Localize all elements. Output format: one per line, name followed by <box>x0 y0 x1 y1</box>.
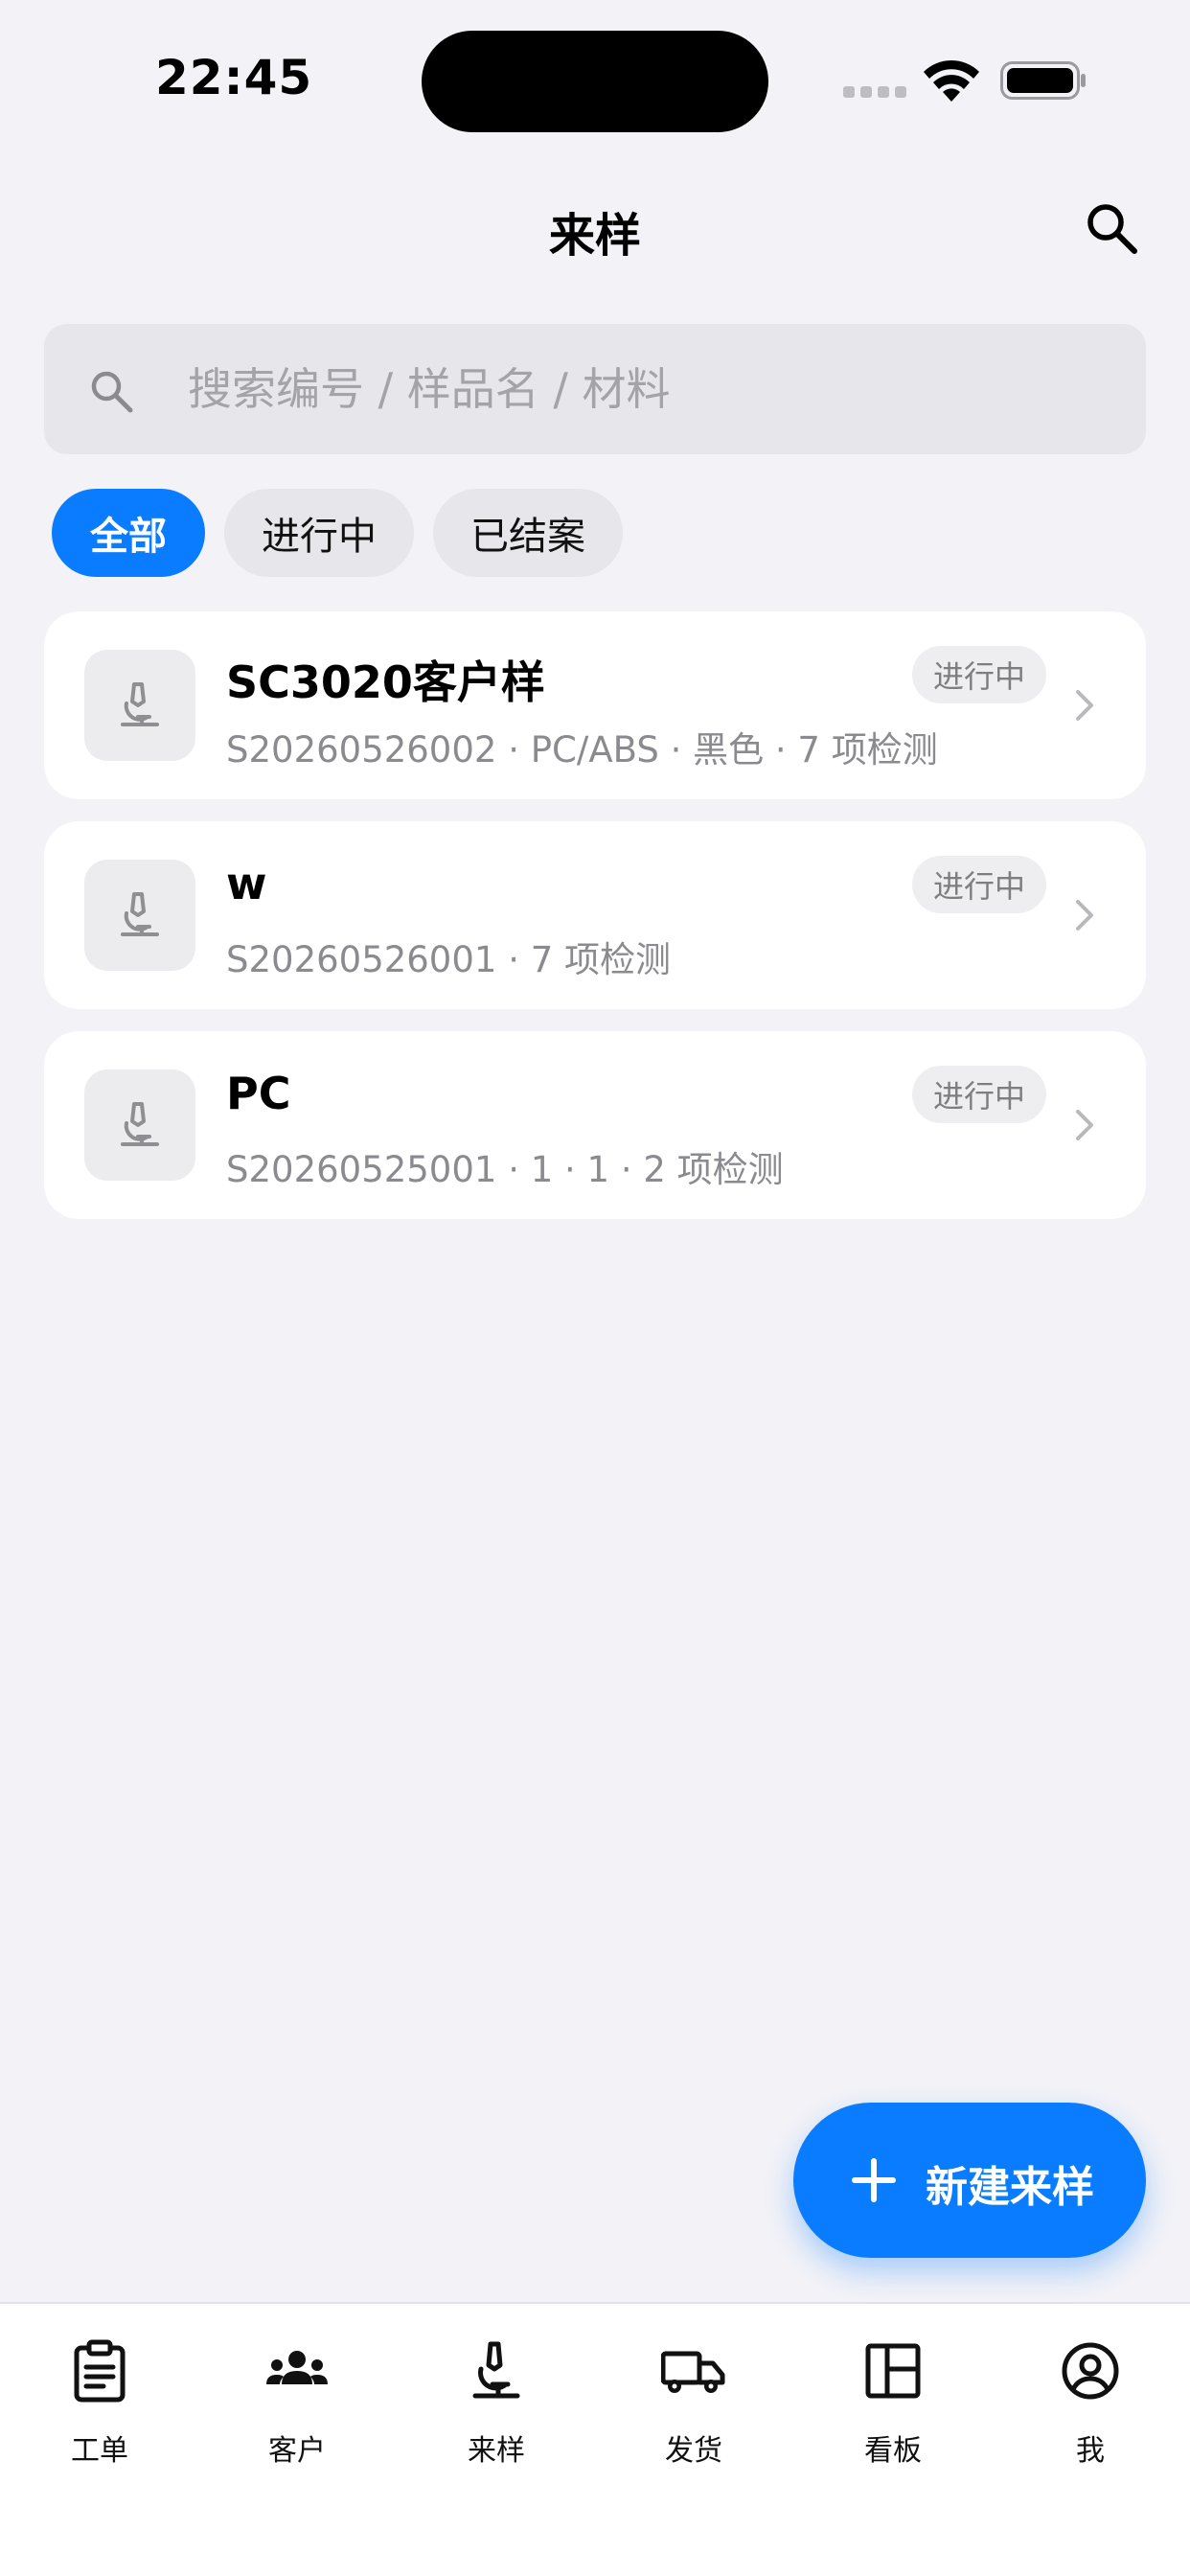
status-time: 22:45 <box>155 50 313 105</box>
sample-card[interactable]: PC S20260525001 · 1 · 1 · 2 项检测 进行中 <box>44 1031 1146 1219</box>
tab-label: 我 <box>1076 2434 1105 2468</box>
dynamic-island <box>422 31 768 132</box>
page-title: 来样 <box>548 209 641 263</box>
sample-subtitle: S20260526002 · PC/ABS · 黑色 · 7 项检测 <box>226 729 938 770</box>
filter-chip-all[interactable]: 全部 <box>52 489 205 577</box>
sample-title: SC3020客户样 <box>226 656 545 708</box>
tab-label: 发货 <box>665 2434 722 2468</box>
wifi-icon <box>924 59 979 102</box>
tab-label: 客户 <box>268 2434 326 2468</box>
people-icon <box>266 2351 328 2384</box>
microscope-icon <box>121 892 159 936</box>
search-icon[interactable] <box>1083 199 1140 257</box>
cellular-signal-icon <box>843 86 906 98</box>
microscope-icon <box>121 682 159 726</box>
sample-card[interactable]: SC3020客户样 S20260526002 · PC/ABS · 黑色 · 7… <box>44 611 1146 799</box>
filter-chip-closed[interactable]: 已结案 <box>433 489 623 577</box>
microscope-icon <box>121 1102 159 1146</box>
filter-chip-in-progress[interactable]: 进行中 <box>224 489 414 577</box>
account-icon <box>1062 2342 1119 2400</box>
chevron-right-icon <box>1076 900 1093 931</box>
truck-icon <box>661 2351 725 2393</box>
status-badge: 进行中 <box>912 1066 1046 1123</box>
tab-dashboard[interactable]: 看板 <box>826 2338 960 2472</box>
tab-customers[interactable]: 客户 <box>230 2338 364 2472</box>
new-sample-label: 新建来样 <box>926 2163 1094 2212</box>
status-bar: 22:45 <box>0 0 1190 144</box>
samples-screen: 22:45 来样 全部 进行中 已结案 <box>0 0 1190 2576</box>
tab-work-orders[interactable]: 工单 <box>33 2338 167 2472</box>
tab-label: 来样 <box>468 2434 525 2468</box>
plus-icon <box>852 2158 896 2202</box>
tab-shipping[interactable]: 发货 <box>627 2338 761 2472</box>
search-input[interactable] <box>188 351 1108 427</box>
clipboard-icon <box>74 2339 126 2403</box>
sample-thumbnail <box>84 650 195 761</box>
sample-thumbnail <box>84 1070 195 1181</box>
sample-subtitle: S20260526001 · 7 项检测 <box>226 939 672 980</box>
sample-title: PC <box>226 1068 291 1119</box>
new-sample-button[interactable]: 新建来样 <box>793 2103 1146 2258</box>
tab-samples[interactable]: 来样 <box>429 2338 563 2472</box>
dashboard-icon <box>865 2343 921 2399</box>
chevron-right-icon <box>1076 690 1093 721</box>
tab-label: 工单 <box>71 2434 128 2468</box>
sample-card[interactable]: w S20260526001 · 7 项检测 进行中 <box>44 821 1146 1009</box>
battery-icon <box>1000 61 1086 100</box>
status-badge: 进行中 <box>912 646 1046 703</box>
sample-title: w <box>226 858 267 909</box>
tab-me[interactable]: 我 <box>1023 2338 1157 2472</box>
search-field-icon <box>91 371 133 413</box>
sample-subtitle: S20260525001 · 1 · 1 · 2 项检测 <box>226 1149 784 1190</box>
search-bar <box>44 324 1146 454</box>
microscope-icon <box>472 2341 520 2399</box>
chevron-right-icon <box>1076 1110 1093 1140</box>
sample-thumbnail <box>84 860 195 971</box>
status-badge: 进行中 <box>912 856 1046 913</box>
tab-bar: 工单 客户 来样 发货 看板 我 <box>0 2302 1190 2576</box>
tab-label: 看板 <box>864 2434 922 2468</box>
